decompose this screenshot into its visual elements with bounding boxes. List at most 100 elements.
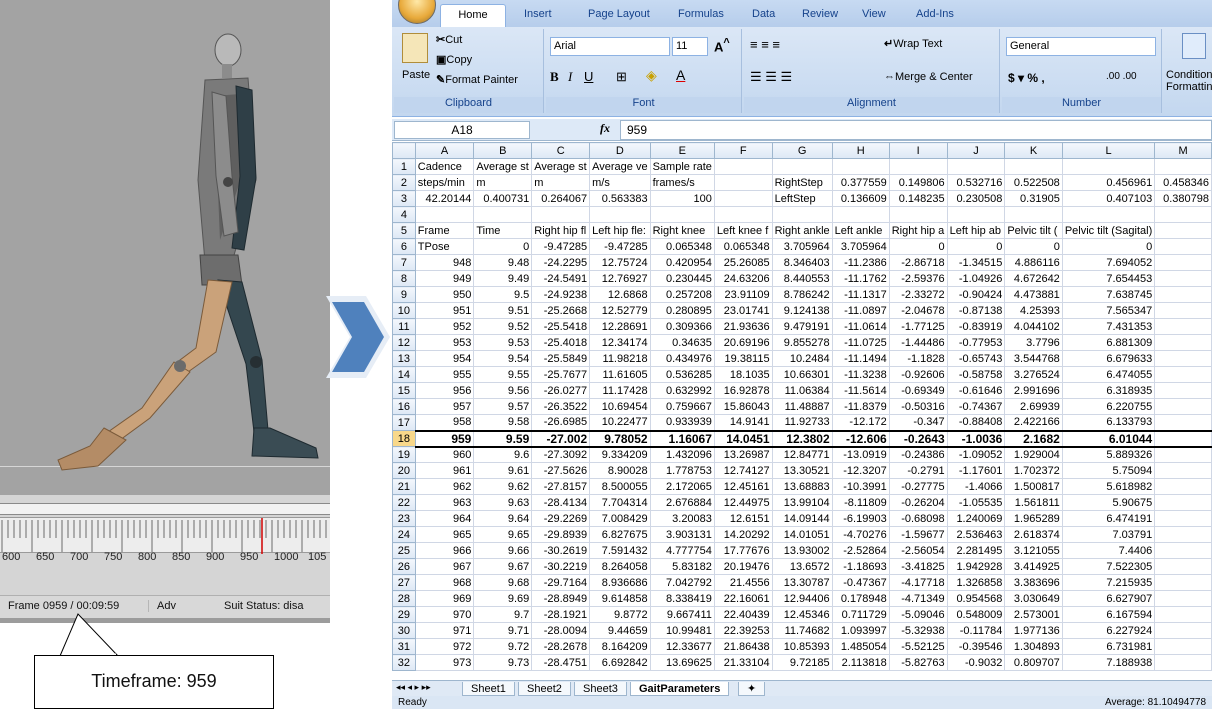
cell[interactable]: 2.991696 <box>1004 382 1063 399</box>
cell[interactable] <box>1004 158 1063 175</box>
cell[interactable]: 4.044102 <box>1004 318 1063 335</box>
cell[interactable]: -11.5614 <box>831 382 890 399</box>
cell[interactable]: 968 <box>414 574 475 591</box>
row-header[interactable]: 1 <box>392 158 416 175</box>
cell[interactable]: 7.591432 <box>589 542 651 559</box>
row-header[interactable]: 8 <box>392 270 416 287</box>
cell[interactable]: -12.172 <box>831 414 890 431</box>
cell[interactable]: -5.09046 <box>888 606 948 623</box>
cell[interactable]: 13.99104 <box>771 494 833 511</box>
cell[interactable] <box>589 206 651 223</box>
cell[interactable]: -1.44486 <box>888 334 948 351</box>
cell[interactable]: -25.2668 <box>531 302 591 319</box>
cell[interactable] <box>1154 478 1212 495</box>
cell[interactable]: 9.68 <box>473 574 533 591</box>
cell[interactable]: -4.71349 <box>888 590 948 607</box>
cell[interactable]: -0.27775 <box>888 478 948 495</box>
cell[interactable]: 969 <box>414 590 475 607</box>
cell[interactable] <box>473 206 533 223</box>
cell[interactable]: 20.69196 <box>713 334 773 351</box>
cell[interactable]: 4.25393 <box>1004 302 1063 319</box>
cell[interactable]: LeftStep <box>771 190 833 207</box>
cell[interactable]: 9.614858 <box>589 590 651 607</box>
row-header[interactable]: 17 <box>392 414 416 431</box>
cell[interactable]: 9.69 <box>473 590 533 607</box>
cell[interactable]: 2.113818 <box>831 654 890 671</box>
cell[interactable]: RightStep <box>771 174 833 191</box>
cell[interactable]: 7.638745 <box>1061 286 1156 303</box>
cell[interactable]: -0.88408 <box>946 414 1006 431</box>
tab-add-ins[interactable]: Add-Ins <box>916 8 954 20</box>
cell[interactable]: 1.702372 <box>1004 462 1063 479</box>
cell[interactable]: 22.39253 <box>713 622 773 639</box>
cell[interactable]: m/s <box>589 174 651 191</box>
cell[interactable]: 6.318935 <box>1061 382 1156 399</box>
font-color-icon[interactable]: A <box>676 67 685 83</box>
cell[interactable]: -28.1921 <box>531 606 591 623</box>
cell[interactable]: 2.422166 <box>1004 414 1063 431</box>
cell[interactable]: Average ve <box>589 158 651 175</box>
cell[interactable]: 6.227924 <box>1061 622 1156 639</box>
cell[interactable]: -0.50316 <box>888 398 948 415</box>
cell[interactable]: -11.0897 <box>831 302 890 319</box>
cell[interactable]: -27.5626 <box>531 462 591 479</box>
row-header[interactable]: 11 <box>392 318 416 335</box>
cell[interactable]: 9.57 <box>473 398 533 415</box>
cell[interactable]: 9.59 <box>473 429 533 448</box>
cell[interactable]: -0.68098 <box>888 510 948 527</box>
cell[interactable]: 0.377559 <box>831 174 890 191</box>
row-header[interactable]: 3 <box>392 190 416 207</box>
cell[interactable]: 9.479191 <box>771 318 833 335</box>
cell[interactable] <box>414 206 475 223</box>
paste-icon[interactable] <box>402 33 428 63</box>
cell[interactable]: 5.618982 <box>1061 478 1156 495</box>
cell[interactable] <box>1154 334 1212 351</box>
conditional-formatting-icon[interactable] <box>1182 33 1206 59</box>
cell[interactable]: 4.473881 <box>1004 286 1063 303</box>
cell[interactable]: 9.71 <box>473 622 533 639</box>
row-header[interactable]: 24 <box>392 526 416 543</box>
cell[interactable]: 961 <box>414 462 475 479</box>
cell[interactable]: 21.33104 <box>713 654 773 671</box>
cell[interactable]: 24.63206 <box>713 270 773 287</box>
cell[interactable]: -1.09052 <box>946 446 1006 463</box>
cell[interactable]: 957 <box>414 398 475 415</box>
cell[interactable]: -29.2269 <box>531 510 591 527</box>
cell[interactable]: steps/min <box>414 174 475 191</box>
cell[interactable]: frames/s <box>649 174 715 191</box>
cell[interactable]: 0.380798 <box>1154 190 1212 207</box>
cell[interactable] <box>1154 254 1212 271</box>
cell[interactable]: 966 <box>414 542 475 559</box>
cell[interactable]: 6.692842 <box>589 654 651 671</box>
decimal-buttons[interactable]: .00 .00 <box>1106 71 1137 82</box>
cell[interactable]: 956 <box>414 382 475 399</box>
cell[interactable]: -4.70276 <box>831 526 890 543</box>
cell[interactable]: 21.86438 <box>713 638 773 655</box>
cell[interactable]: 5.75094 <box>1061 462 1156 479</box>
cell[interactable]: 955 <box>414 366 475 383</box>
cell[interactable]: -11.0725 <box>831 334 890 351</box>
cell[interactable] <box>1154 542 1212 559</box>
row-header[interactable]: 16 <box>392 398 416 415</box>
cell[interactable]: Average st <box>473 158 533 175</box>
tab-formulas[interactable]: Formulas <box>678 8 724 20</box>
cell[interactable]: 11.17428 <box>589 382 651 399</box>
cell[interactable]: 11.92733 <box>771 414 833 431</box>
cell[interactable]: 2.1682 <box>1004 429 1063 448</box>
cell[interactable] <box>1154 350 1212 367</box>
cell[interactable]: 14.20292 <box>713 526 773 543</box>
cell[interactable]: 9.72 <box>473 638 533 655</box>
cell[interactable]: 0.407103 <box>1061 190 1156 207</box>
cell[interactable]: 0.400731 <box>473 190 533 207</box>
sheet-tab-gaitparameters[interactable]: GaitParameters <box>630 682 730 696</box>
cell[interactable]: 9.8772 <box>589 606 651 623</box>
cell[interactable]: -26.0277 <box>531 382 591 399</box>
cell[interactable] <box>1154 206 1212 223</box>
cell[interactable]: -27.002 <box>531 429 591 448</box>
font-name-select[interactable]: Arial <box>550 37 670 56</box>
cell[interactable]: 0.954568 <box>946 590 1006 607</box>
insert-sheet-icon[interactable]: ✦ <box>738 682 766 696</box>
cell[interactable] <box>1154 622 1212 639</box>
cell[interactable]: 10.69454 <box>589 398 651 415</box>
cell[interactable]: Pelvic tilt (Sagital) <box>1061 222 1156 239</box>
